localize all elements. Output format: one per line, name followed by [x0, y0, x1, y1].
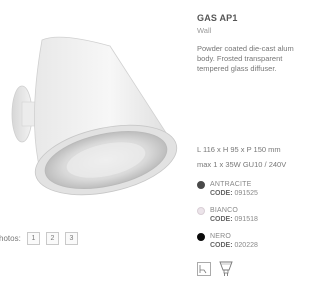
finish-item-nero[interactable]: NERO CODE: 020228 — [197, 233, 300, 259]
finish-code: CODE: 091525 — [210, 190, 258, 197]
finish-name: BIANCO — [210, 207, 239, 214]
finish-name: NERO — [210, 233, 232, 240]
gu10-bulb-icon — [219, 261, 233, 277]
product-category: Wall — [197, 26, 212, 35]
swatch-nero — [197, 233, 205, 241]
finish-code-value: 091518 — [234, 216, 258, 223]
photo-button-3[interactable]: 3 — [65, 231, 78, 245]
product-power: max 1 x 35W GU10 / 240V — [197, 160, 287, 169]
finish-code-value: 020228 — [234, 242, 258, 249]
product-dimensions: L 116 x H 95 x P 150 mm — [197, 145, 281, 154]
wall-mount-icon — [197, 262, 211, 276]
swatch-antracite — [197, 181, 205, 189]
spec-icons — [197, 261, 233, 277]
finish-item-antracite[interactable]: ANTRACITE CODE: 091525 — [197, 181, 300, 207]
photo-selector: hotos: 1 2 3 — [0, 230, 84, 246]
product-description: Powder coated die-cast alum body. Froste… — [197, 44, 294, 73]
product-page: hotos: 1 2 3 GAS AP1 Wall Powder coated … — [0, 0, 300, 300]
swatch-bianco — [197, 207, 205, 215]
finish-code-label: CODE: — [210, 242, 233, 249]
finish-code-value: 091525 — [234, 190, 258, 197]
finish-name: ANTRACITE — [210, 181, 252, 188]
photos-label: hotos: — [0, 233, 21, 243]
finish-code: CODE: 091518 — [210, 216, 258, 223]
finish-list: ANTRACITE CODE: 091525 BIANCO CODE: 0915… — [197, 181, 300, 259]
product-info: GAS AP1 Wall Powder coated die-cast alum… — [197, 13, 300, 74]
finish-code: CODE: 020228 — [210, 242, 258, 249]
photo-button-1[interactable]: 1 — [27, 231, 40, 245]
product-title: GAS AP1 — [197, 13, 238, 23]
finish-item-bianco[interactable]: BIANCO CODE: 091518 — [197, 207, 300, 233]
photo-button-2[interactable]: 2 — [46, 231, 59, 245]
finish-code-label: CODE: — [210, 216, 233, 223]
product-image — [0, 10, 185, 220]
finish-code-label: CODE: — [210, 190, 233, 197]
